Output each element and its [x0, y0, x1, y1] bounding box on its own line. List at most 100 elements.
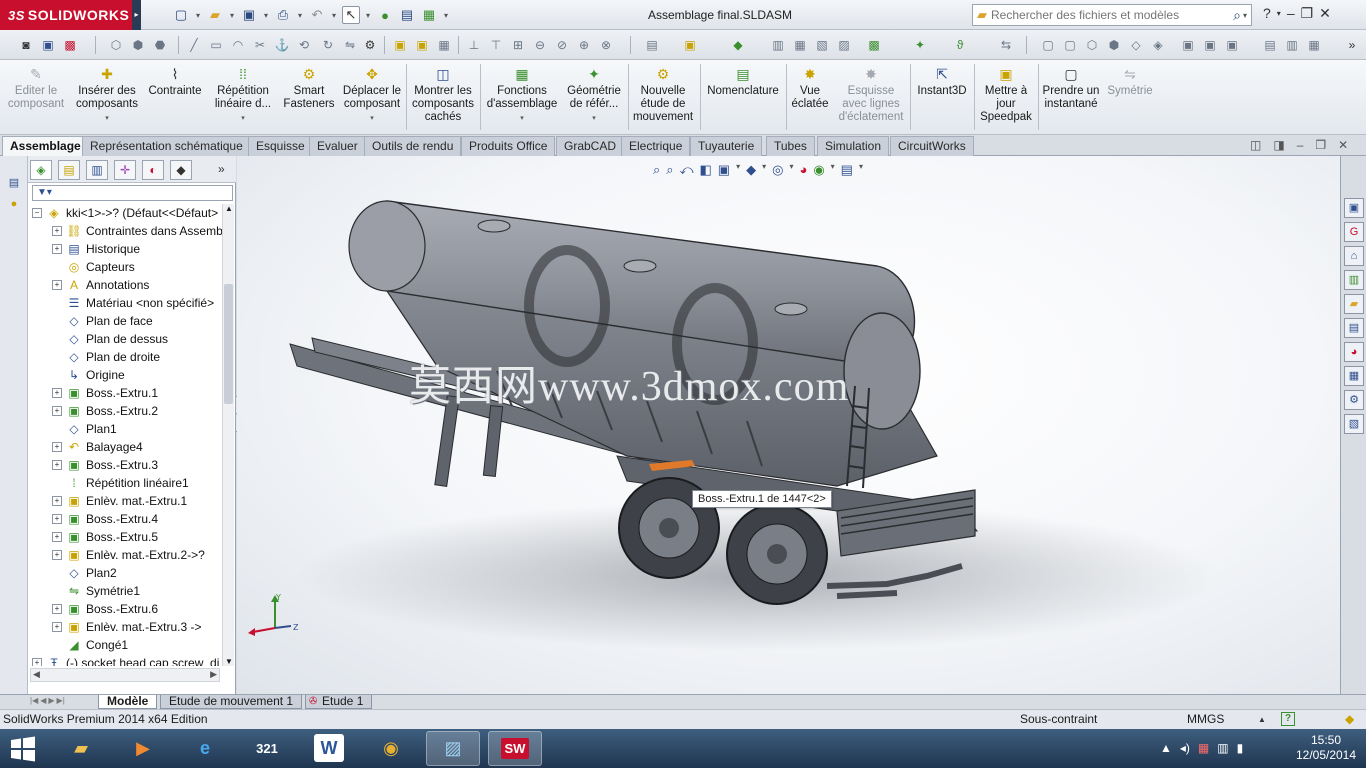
misc-tool-4-icon[interactable]: ⬢ [1106, 37, 1122, 53]
camera-icon[interactable]: ◙ [18, 37, 34, 53]
tree-item[interactable]: + ▣ Boss.-Extru.2 [52, 402, 158, 420]
expand-icon[interactable]: + [52, 604, 62, 614]
trailer-model[interactable] [237, 156, 1340, 694]
property-manager-tab-icon[interactable]: ▤ [58, 160, 80, 180]
tree-item[interactable]: + ▣ Boss.-Extru.4 [52, 510, 158, 528]
expand-icon[interactable]: + [52, 442, 62, 452]
new-document-icon[interactable]: ▢ [172, 6, 190, 24]
insert-components-button[interactable]: ✚ Insérer des composants ▾ [72, 66, 142, 125]
tools-icon[interactable]: ▩ [62, 37, 78, 53]
tab-simulation[interactable]: Simulation [817, 136, 890, 156]
maximize-icon[interactable]: ❐ [1301, 5, 1314, 22]
smart-fasteners-button[interactable]: ⚙ Smart Fasteners [280, 66, 338, 111]
photo-viewer-taskbar-icon[interactable]: ▨ [426, 731, 480, 766]
display-tool-4-icon[interactable]: ▥ [770, 37, 786, 53]
last-tab-icon[interactable]: ▶| [57, 696, 65, 705]
tab-grabcad[interactable]: GrabCAD [556, 136, 625, 156]
misc-tool-9-icon[interactable]: ▣ [1224, 37, 1240, 53]
view-settings-dropdown-icon[interactable]: ▾ [859, 162, 863, 178]
view-settings-icon[interactable]: ▤ [841, 162, 853, 178]
system-clock[interactable]: 15:50 12/05/2014 [1288, 733, 1364, 763]
quick-tips-icon[interactable]: ? [1281, 712, 1295, 726]
print-dropdown-icon[interactable]: ▾ [296, 6, 304, 24]
align-tool-7-icon[interactable]: ⊗ [598, 37, 614, 53]
display-tool-3-icon[interactable]: ◆ [730, 37, 746, 53]
move-component-button[interactable]: ✥ Déplacer le composant ▾ [340, 66, 404, 125]
undo-icon[interactable]: ↶ [308, 6, 326, 24]
forum-icon[interactable]: ⚙ [1344, 390, 1364, 410]
expand-icon[interactable]: + [52, 532, 62, 542]
file-explorer-taskbar-icon[interactable]: ▰ [54, 731, 108, 766]
reference-geometry-button[interactable]: ✦ Géométrie de référ... ▾ [562, 66, 626, 125]
close-icon[interactable]: ✕ [1319, 5, 1331, 22]
mirror-tool-icon[interactable]: ⇋ [342, 37, 358, 53]
offset-tool-icon[interactable]: ⟲ [296, 37, 312, 53]
tab-esquisse[interactable]: Esquisse [248, 136, 313, 156]
show-hidden-icons-icon[interactable]: ▲ [1160, 741, 1172, 755]
tab-evaluer[interactable]: Evaluer [309, 136, 366, 156]
align-tool-3-icon[interactable]: ⊞ [510, 37, 526, 53]
internet-explorer-taskbar-icon[interactable]: e [178, 731, 232, 766]
view-tool-1-icon[interactable]: ▣ [392, 37, 408, 53]
expand-icon[interactable]: + [52, 226, 62, 236]
hide-show-icon[interactable]: ◎ [772, 162, 783, 178]
scroll-up-icon[interactable]: ▲ [225, 204, 233, 213]
appearances-scenes-icon[interactable]: ◕ [1344, 342, 1364, 362]
assembly-features-button[interactable]: ▦ Fonctions d'assemblage ▾ [484, 66, 560, 125]
display-style-icon[interactable]: ◆ [746, 162, 756, 178]
media-player-taskbar-icon[interactable]: ▶ [116, 731, 170, 766]
cam-tab-icon[interactable]: ◆ [170, 160, 192, 180]
tree-root[interactable]: − ◈ kki<1>->? (Défaut<<Défaut> [32, 204, 218, 222]
expand-icon[interactable]: + [32, 658, 42, 666]
exploded-view-button[interactable]: ✸ Vue éclatée [788, 66, 832, 111]
scroll-right-icon[interactable]: ▶ [210, 669, 217, 680]
menu-expand-arrow[interactable]: ▸ [132, 0, 141, 30]
tab-etude-1[interactable]: ✇ Etude 1 [305, 695, 373, 709]
chrome-taskbar-icon[interactable]: ◉ [364, 731, 418, 766]
display-tool-5-icon[interactable]: ▦ [792, 37, 808, 53]
first-tab-icon[interactable]: |◀ [30, 696, 38, 705]
sketch-tool-3-icon[interactable]: ⬣ [152, 37, 168, 53]
file-properties-icon[interactable]: ▤ [398, 6, 416, 24]
collapse-icon[interactable]: − [32, 208, 42, 218]
tree-item[interactable]: + ⛓ Contraintes dans Assemb [52, 222, 222, 240]
network-icon[interactable]: ▦ [1198, 741, 1209, 755]
align-tool-5-icon[interactable]: ⊘ [554, 37, 570, 53]
panel-pin-icon[interactable]: ▤ [6, 176, 22, 192]
mirror-button[interactable]: ⇋ Symétrie [1104, 66, 1156, 98]
save-dropdown-icon[interactable]: ▾ [262, 6, 270, 24]
tree-item[interactable]: ⁞ Répétition linéaire1 [52, 474, 188, 492]
tab-tuyauterie[interactable]: Tuyauterie [690, 136, 763, 156]
take-snapshot-button[interactable]: ▢ Prendre un instantané [1040, 66, 1102, 111]
search-dropdown-icon[interactable]: ▾ [1243, 11, 1247, 20]
tree-item[interactable]: + ▣ Boss.-Extru.3 [52, 456, 158, 474]
tree-item[interactable]: ◇ Plan de dessus [52, 330, 168, 348]
instant3d-button[interactable]: ⇱ Instant3D [912, 66, 972, 98]
trim-tool-icon[interactable]: ✂ [252, 37, 268, 53]
home-icon[interactable]: ⌂ [1344, 246, 1364, 266]
display-tool-6-icon[interactable]: ▧ [814, 37, 830, 53]
align-tool-1-icon[interactable]: ⊥ [466, 37, 482, 53]
appearance-icon[interactable]: ◕ [799, 162, 807, 178]
tree-item[interactable]: + ↶ Balayage4 [52, 438, 143, 456]
doc-minimize-icon[interactable]: – [1297, 138, 1304, 152]
select-cursor-icon[interactable]: ↖ [342, 6, 360, 24]
start-button[interactable] [8, 735, 38, 763]
select-dropdown-icon[interactable]: ▾ [364, 6, 372, 24]
mate-button[interactable]: ⌇ Contrainte [144, 66, 206, 98]
solidworks-taskbar-icon[interactable]: SW [488, 731, 542, 766]
tree-item[interactable]: + ▣ Boss.-Extru.1 [52, 384, 158, 402]
new-motion-study-button[interactable]: ⚙ Nouvelle étude de mouvement [630, 66, 696, 124]
options-dropdown-icon[interactable]: ▾ [442, 6, 450, 24]
tree-horizontal-scrollbar[interactable]: ◀ ▶ [30, 668, 220, 682]
tree-item[interactable]: ◢ Congé1 [52, 636, 128, 654]
solidworks-resources-icon[interactable]: ▣ [1344, 198, 1364, 218]
rect-tool-icon[interactable]: ▭ [208, 37, 224, 53]
line-tool-icon[interactable]: ╱ [186, 37, 202, 53]
misc-tool-1-icon[interactable]: ▢ [1040, 37, 1056, 53]
tag-icon[interactable]: ◆ [1345, 710, 1354, 729]
word-taskbar-icon[interactable]: W [314, 734, 344, 762]
tab-modele[interactable]: Modèle [98, 695, 158, 709]
tree-item[interactable]: ◇ Plan de droite [52, 348, 160, 366]
misc-tool-6-icon[interactable]: ◈ [1150, 37, 1166, 53]
